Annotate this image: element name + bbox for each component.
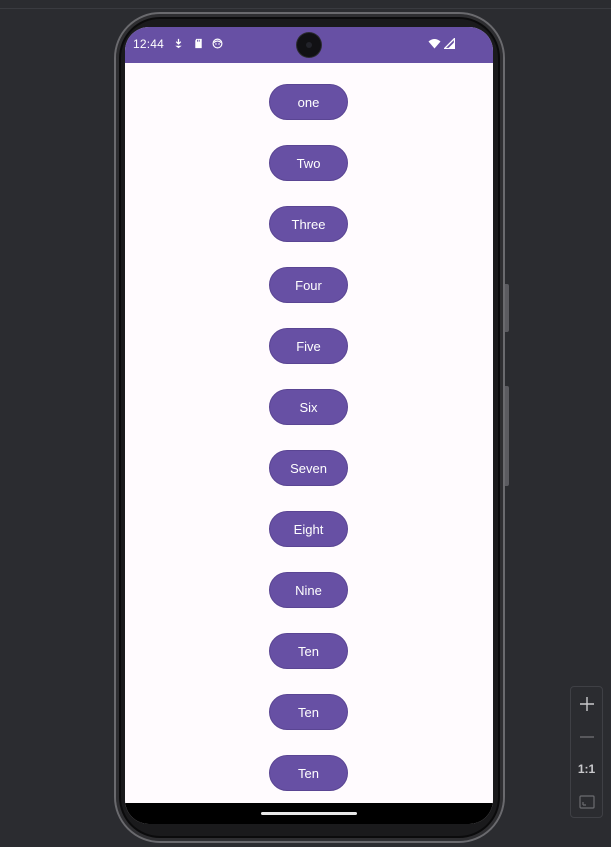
fit-screen-button[interactable] [571, 787, 602, 817]
emulator-top-divider [0, 8, 611, 9]
button-ten-3[interactable]: Ten [269, 755, 348, 791]
button-six[interactable]: Six [269, 389, 348, 425]
zoom-out-button[interactable] [571, 722, 602, 752]
download-icon [175, 38, 182, 49]
device-screen: 12:44 one Two Three Four Five Six Seven … [125, 27, 493, 824]
button-two[interactable]: Two [269, 145, 348, 181]
status-time: 12:44 [133, 37, 165, 51]
sd-card-icon [195, 38, 202, 49]
status-bar: 12:44 [125, 27, 493, 63]
fit-screen-icon [578, 795, 595, 809]
volume-rocker[interactable] [505, 386, 509, 486]
button-one[interactable]: one [269, 84, 348, 120]
button-nine[interactable]: Nine [269, 572, 348, 608]
button-eight[interactable]: Eight [269, 511, 348, 547]
button-list: one Two Three Four Five Six Seven Eight … [125, 63, 493, 803]
gesture-handle[interactable] [261, 812, 357, 815]
zoom-out-icon [579, 736, 594, 738]
signal-icon [444, 38, 455, 49]
navigation-bar [125, 803, 493, 824]
button-five[interactable]: Five [269, 328, 348, 364]
power-button[interactable] [505, 284, 509, 332]
zoom-in-icon [579, 697, 594, 711]
button-three[interactable]: Three [269, 206, 348, 242]
actual-size-button[interactable]: 1:1 [571, 754, 602, 784]
button-ten-1[interactable]: Ten [269, 633, 348, 669]
face-icon [212, 38, 223, 49]
actual-size-label: 1:1 [577, 762, 596, 776]
zoom-in-button[interactable] [571, 689, 602, 719]
zoom-toolbar: 1:1 [570, 686, 603, 818]
front-camera [297, 33, 321, 57]
wifi-icon [428, 39, 441, 49]
button-ten-2[interactable]: Ten [269, 694, 348, 730]
button-seven[interactable]: Seven [269, 450, 348, 486]
button-four[interactable]: Four [269, 267, 348, 303]
